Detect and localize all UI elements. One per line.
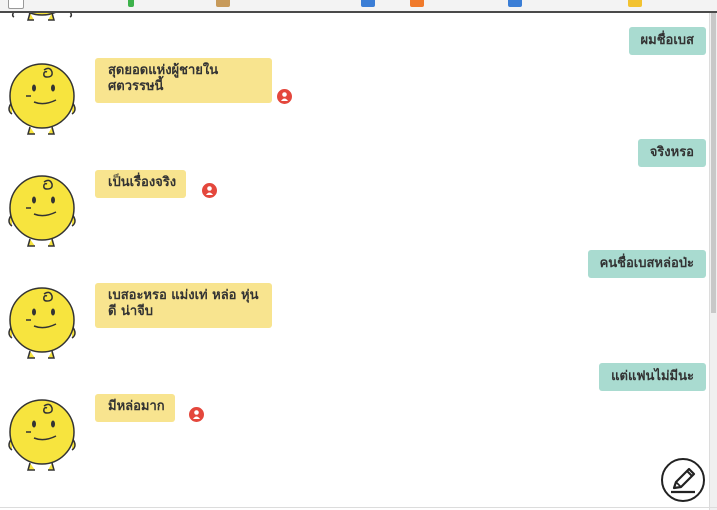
pencil-icon: [671, 467, 696, 494]
message-text: สุดยอดแห่งผู้ชายในศตวรรษนี้: [108, 63, 219, 94]
message-text: เบสอะหรอ แม่งเท่ หล่อ หุ่นดี น่าจีบ: [108, 288, 259, 319]
write-message-button[interactable]: [661, 458, 705, 502]
message-text: คนชื่อเบสหล่อป่ะ: [599, 256, 694, 271]
message-text: จริงหรอ: [649, 145, 694, 160]
bot-message-bubble: สุดยอดแห่งผู้ชายในศตวรรษนี้: [95, 58, 272, 103]
simsimi-avatar-icon: [4, 280, 80, 360]
report-icon[interactable]: [202, 183, 217, 198]
simsimi-avatar-icon: [4, 392, 80, 472]
message-text: ผมชื่อเบส: [640, 33, 694, 48]
bottom-divider: [0, 507, 717, 508]
bookmark-icon[interactable]: [628, 0, 642, 7]
bookmark-icon[interactable]: [361, 0, 375, 7]
chat-scrollbar[interactable]: [709, 13, 717, 510]
simsimi-avatar-icon: [4, 13, 80, 23]
user-message-bubble: ผมชื่อเบส: [628, 27, 706, 55]
bot-message-bubble: เบสอะหรอ แม่งเท่ หล่อ หุ่นดี น่าจีบ: [95, 283, 272, 328]
user-message-bubble: แต่แฟนไม่มีนะ: [599, 363, 706, 391]
message-text: แต่แฟนไม่มีนะ: [611, 369, 694, 384]
bookmark-icon[interactable]: [410, 0, 424, 7]
user-message-bubble: คนชื่อเบสหล่อป่ะ: [587, 250, 706, 278]
bookmark-icon[interactable]: [8, 0, 24, 9]
chat-log[interactable]: ผมชื่อเบส สุดยอดแห่งผู้ชายในศตวรรษนี้ จร…: [0, 13, 710, 510]
simsimi-avatar-icon: [4, 56, 80, 136]
scrollbar-thumb[interactable]: [711, 13, 716, 313]
message-text: เป็นเรื่องจริง: [108, 175, 177, 190]
bookmark-icon[interactable]: [508, 0, 522, 7]
report-icon[interactable]: [189, 407, 204, 422]
bookmark-icon[interactable]: [216, 0, 230, 7]
simsimi-avatar-icon: [4, 168, 80, 248]
bot-message-bubble: มีหล่อมาก: [95, 394, 175, 422]
browser-bookmarks-bar: [0, 0, 717, 13]
bot-message-bubble: เป็นเรื่องจริง: [95, 170, 187, 198]
bookmark-icon[interactable]: [128, 0, 134, 7]
message-text: มีหล่อมาก: [108, 399, 165, 414]
user-message-bubble: จริงหรอ: [637, 139, 706, 167]
report-icon[interactable]: [277, 89, 292, 104]
